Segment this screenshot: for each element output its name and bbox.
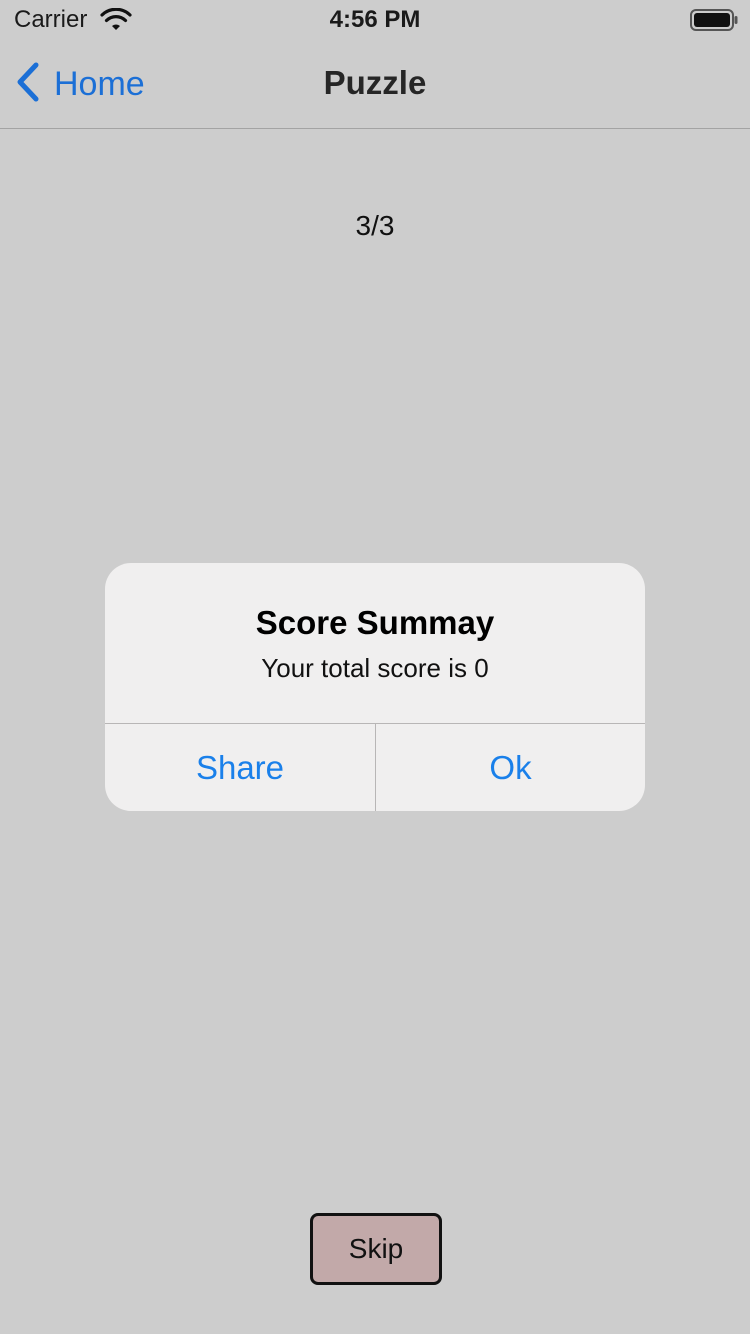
alert-title: Score Summay xyxy=(255,604,495,641)
page-title: Puzzle xyxy=(323,64,427,101)
navigation-bar: Home Puzzle xyxy=(0,40,750,129)
skip-button[interactable]: Skip xyxy=(310,1213,442,1285)
ok-button[interactable]: Ok xyxy=(376,724,645,811)
share-button[interactable]: Share xyxy=(105,724,375,811)
status-time: 4:56 PM xyxy=(329,6,421,33)
score-summary-alert: Score Summay Your total score is 0 Share… xyxy=(105,563,645,811)
status-bar: Carrier 4:56 PM xyxy=(0,0,750,40)
alert-message: Your total score is 0 xyxy=(261,653,489,683)
battery-icon xyxy=(690,9,738,36)
puzzle-progress: 3/3 xyxy=(355,210,395,241)
